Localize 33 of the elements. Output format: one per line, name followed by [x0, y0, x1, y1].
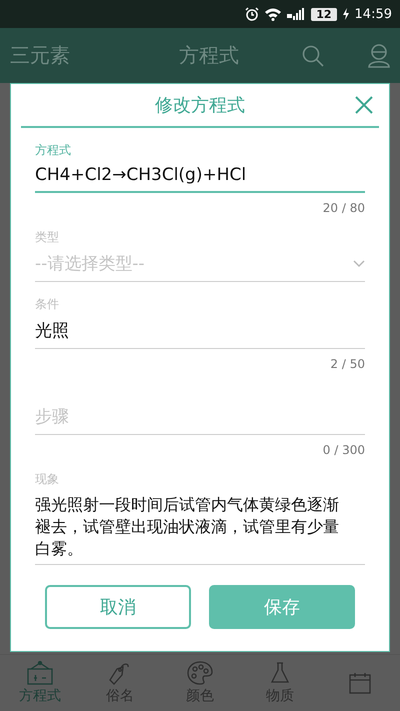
input-field[interactable]: 强光照射一段时间后试管内气体黄绿色逐渐褪去，试管壁出现油状液滴，试管里有少量白雾。	[35, 488, 365, 565]
dialog-title: 修改方程式	[155, 94, 245, 117]
palette-icon	[187, 661, 213, 685]
input-field[interactable]: 光照	[35, 313, 365, 349]
dropdown-icon	[353, 260, 365, 268]
field-label: 类型	[35, 229, 60, 246]
user-icon[interactable]	[368, 44, 390, 68]
input-field[interactable]: CH4+Cl2→CH3Cl(g)+HCl	[35, 159, 365, 193]
menu-label[interactable]: 三元素	[10, 42, 130, 69]
charging-icon	[342, 8, 349, 20]
tag-icon	[108, 661, 132, 685]
char-counter: 20 / 80	[322, 201, 365, 215]
nav-tab[interactable]: 方程式	[0, 655, 80, 711]
field-label: 条件	[35, 296, 60, 313]
status-time: 14:59	[354, 6, 392, 22]
signal-icon	[287, 8, 306, 20]
cancel-button[interactable]: 取消	[45, 585, 191, 629]
type-select[interactable]: --请选择类型--	[35, 246, 365, 282]
flask-icon	[268, 661, 292, 685]
save-button[interactable]: 保存	[209, 585, 355, 629]
field-label: 方程式	[35, 142, 72, 159]
search-icon[interactable]	[302, 44, 324, 66]
alarm-icon	[245, 7, 260, 21]
char-counter: 2 / 50	[330, 357, 365, 371]
wifi-icon	[265, 8, 282, 20]
input-field[interactable]: 步骤	[35, 399, 365, 435]
char-counter: 0 / 300	[322, 443, 365, 457]
app-title: 方程式	[178, 42, 240, 69]
calendar-icon	[348, 671, 372, 695]
board-icon	[26, 661, 54, 685]
field-label: 现象	[35, 471, 60, 488]
close-icon[interactable]	[355, 96, 373, 114]
battery-level: 12	[311, 8, 337, 20]
